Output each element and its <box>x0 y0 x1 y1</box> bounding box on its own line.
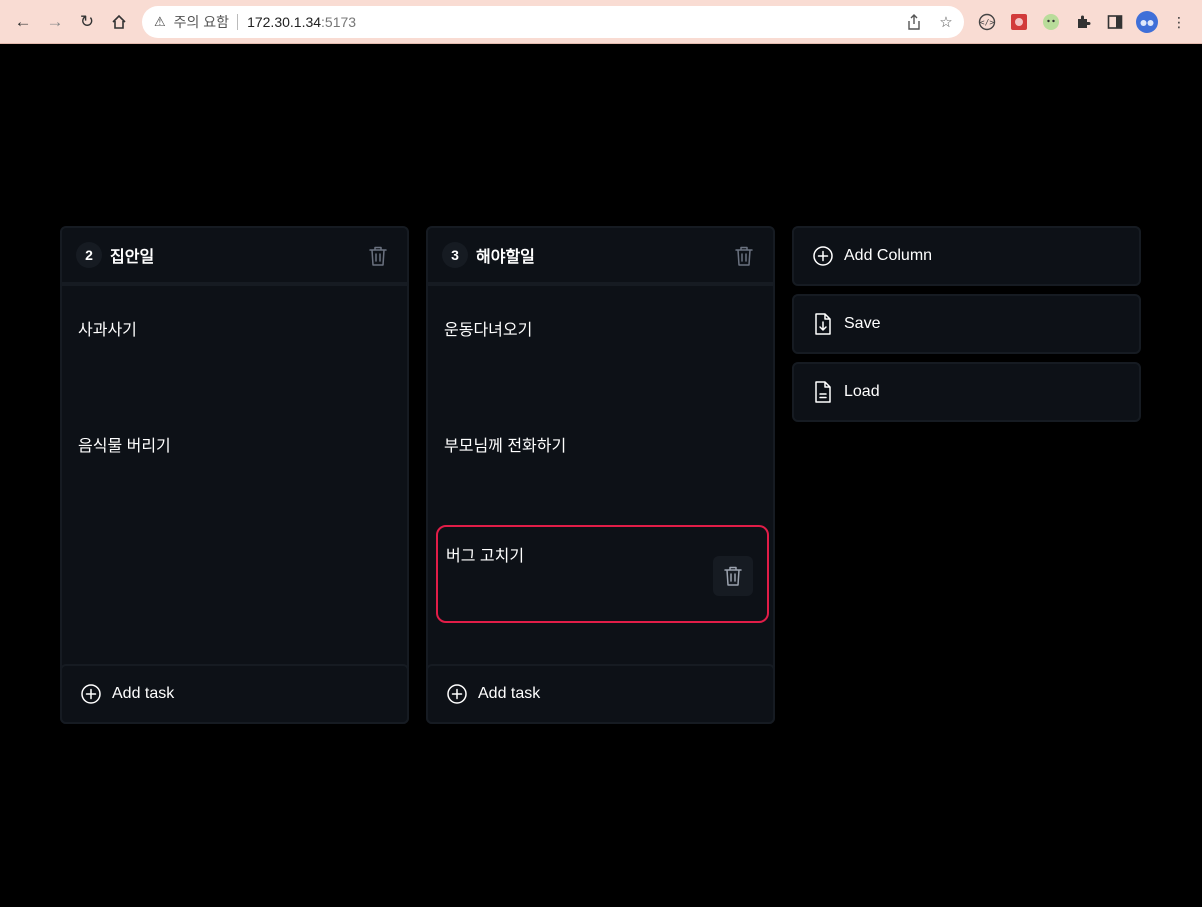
task-count-badge: 3 <box>442 242 468 268</box>
divider <box>237 14 239 30</box>
task-card[interactable]: 사과사기 <box>70 294 403 392</box>
plus-circle-icon <box>80 683 102 705</box>
delete-column-trash-icon[interactable] <box>733 244 755 268</box>
security-warning: 주의 요함 <box>173 14 230 30</box>
load-label: Load <box>844 383 880 400</box>
add-column-button[interactable]: Add Column <box>792 226 1141 286</box>
address-bar[interactable]: ⚠ 주의 요함 172.30.1.34:5173 ☆ <box>142 6 964 38</box>
plus-circle-icon <box>812 245 834 267</box>
save-label: Save <box>844 315 881 332</box>
extensions-puzzle-icon[interactable] <box>1072 11 1094 33</box>
task-text: 사과사기 <box>78 322 137 339</box>
column-header[interactable]: 3 해야할일 <box>428 228 773 286</box>
add-task-button[interactable]: Add task <box>426 664 775 724</box>
task-card[interactable]: 음식물 버리기 <box>70 410 403 508</box>
file-download-icon <box>812 312 834 336</box>
task-text: 운동다녀오기 <box>444 322 533 339</box>
column-title: 해야할일 <box>476 249 535 266</box>
column-todo[interactable]: 3 해야할일 운동다녀오기 부모님께 전화하기 버그 고치기 Add task <box>426 226 775 724</box>
reload-icon[interactable]: ↻ <box>74 9 100 35</box>
warning-icon: ⚠ <box>154 14 166 29</box>
column-chores[interactable]: 2 집안일 사과사기 음식물 버리기 Add task <box>60 226 409 724</box>
add-task-button[interactable]: Add task <box>60 664 409 724</box>
add-task-label: Add task <box>478 685 541 702</box>
forward-icon[interactable]: → <box>42 9 68 35</box>
column-title: 집안일 <box>110 249 155 266</box>
task-text: 버그 고치기 <box>446 548 525 565</box>
load-button[interactable]: Load <box>792 362 1141 422</box>
more-menu-icon[interactable]: ⋮ <box>1168 11 1190 33</box>
task-text: 부모님께 전화하기 <box>444 438 567 455</box>
task-count-badge: 2 <box>76 242 102 268</box>
delete-column-trash-icon[interactable] <box>367 244 389 268</box>
bookmark-star-icon[interactable]: ☆ <box>936 12 956 32</box>
file-text-icon <box>812 380 834 404</box>
url-host: 172.30.1.34 <box>247 14 322 30</box>
profile-avatar-icon[interactable] <box>1136 11 1158 33</box>
back-icon[interactable]: ← <box>10 9 36 35</box>
task-card[interactable]: 부모님께 전화하기 <box>436 410 769 508</box>
delete-task-trash-icon[interactable] <box>713 556 753 596</box>
home-icon[interactable] <box>106 9 132 35</box>
extension-code-icon[interactable]: </> <box>976 11 998 33</box>
task-card-active[interactable]: 버그 고치기 <box>436 525 769 623</box>
column-header[interactable]: 2 집안일 <box>62 228 407 286</box>
plus-circle-icon <box>446 683 468 705</box>
url-port: :5173 <box>321 14 357 30</box>
add-task-label: Add task <box>112 685 175 702</box>
task-card[interactable]: 운동다녀오기 <box>436 294 769 392</box>
task-text: 음식물 버리기 <box>78 438 171 455</box>
side-panel-icon[interactable] <box>1104 11 1126 33</box>
browser-toolbar: ← → ↻ ⚠ 주의 요함 172.30.1.34:5173 ☆ </> ⋮ <box>0 0 1202 44</box>
add-column-label: Add Column <box>844 247 933 264</box>
svg-text:</>: </> <box>980 18 995 27</box>
extension-face-icon[interactable] <box>1040 11 1062 33</box>
extension-red-icon[interactable] <box>1008 11 1030 33</box>
save-button[interactable]: Save <box>792 294 1141 354</box>
share-icon[interactable] <box>904 12 924 32</box>
